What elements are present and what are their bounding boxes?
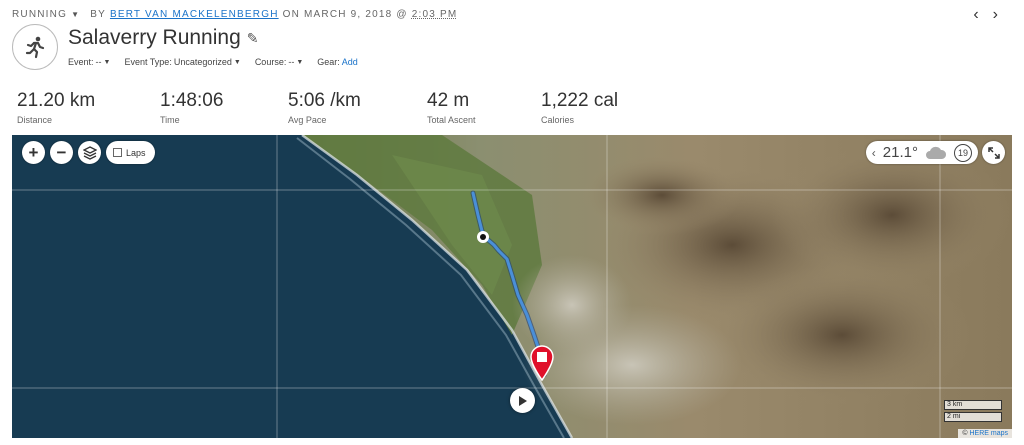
running-icon: [12, 24, 58, 70]
stat-total-ascent: 42 m Total Ascent: [427, 90, 541, 125]
stat-value: 21.20 km: [17, 90, 96, 111]
author-link[interactable]: BERT VAN MACKELENBERGH: [110, 9, 279, 20]
map-controls: + − Laps: [22, 141, 155, 164]
zoom-in-button[interactable]: +: [22, 141, 45, 164]
map-attribution: © HERE maps: [958, 429, 1012, 438]
next-activity-button[interactable]: ›: [993, 6, 998, 24]
route-map[interactable]: + − Laps ‹ 21.1° 19 3 km 2 mi © HERE map…: [12, 135, 1012, 438]
weather-widget: ‹ 21.1° 19: [865, 141, 978, 164]
event-value: --: [95, 57, 102, 67]
chevron-down-icon[interactable]: ▼: [71, 10, 80, 19]
stat-distance: 21.20 km Distance: [17, 90, 160, 125]
attribution-prefix: ©: [962, 430, 968, 437]
event-type-value: Uncategorized: [173, 57, 232, 67]
prev-activity-button[interactable]: ‹: [973, 6, 978, 24]
stat-value: 5:06 /km: [288, 90, 361, 111]
stat-value: 42 m: [427, 90, 470, 111]
add-gear-link[interactable]: Add: [342, 57, 358, 67]
play-icon: [519, 395, 527, 406]
wind-speed-badge: 19: [954, 143, 972, 162]
attribution-provider-link[interactable]: HERE maps: [969, 430, 1008, 437]
scale-mi: 2 mi: [944, 412, 1002, 422]
event-type-dropdown[interactable]: Event Type: Uncategorized ▼: [124, 57, 240, 67]
activity-title-text[interactable]: Salaverry Running: [68, 26, 241, 50]
event-label: Event:: [68, 57, 94, 67]
chevron-down-icon: ▼: [296, 58, 304, 66]
activity-type-label[interactable]: RUNNING: [12, 9, 67, 20]
stat-label: Avg Pace: [288, 115, 327, 125]
stat-calories: 1,222 cal Calories: [541, 90, 661, 125]
layers-icon[interactable]: [78, 141, 101, 164]
activity-breadcrumb: RUNNING ▼ BY BERT VAN MACKELENBERGH ON M…: [12, 9, 457, 20]
activity-meta: Event: -- ▼ Event Type: Uncategorized ▼ …: [68, 57, 358, 67]
zoom-out-button[interactable]: −: [50, 141, 73, 164]
chevron-down-icon: ▼: [233, 58, 241, 66]
stat-value: 1:48:06: [160, 90, 224, 111]
gear-field: Gear: Add: [317, 57, 358, 67]
fullscreen-icon[interactable]: [982, 141, 1005, 164]
gear-label: Gear:: [317, 57, 340, 67]
temperature-value: 21.1°: [882, 144, 918, 161]
pencil-icon[interactable]: ✎: [247, 30, 259, 47]
stat-time: 1:48:06 Time: [160, 90, 288, 125]
start-marker[interactable]: [477, 231, 489, 243]
time-label: 2:03 PM: [411, 9, 458, 20]
play-button[interactable]: [510, 388, 535, 413]
course-dropdown[interactable]: Course: -- ▼: [255, 57, 303, 67]
stats-row: 21.20 km Distance 1:48:06 Time 5:06 /km …: [17, 90, 661, 125]
stat-label: Time: [160, 115, 180, 125]
stat-avg-pace: 5:06 /km Avg Pace: [288, 90, 427, 125]
stat-label: Total Ascent: [427, 115, 476, 125]
chevron-left-icon[interactable]: ‹: [872, 146, 876, 160]
course-value: --: [288, 57, 295, 67]
event-dropdown[interactable]: Event: -- ▼: [68, 57, 110, 67]
activity-title: Salaverry Running ✎: [68, 26, 259, 50]
scale-km: 3 km: [944, 400, 1002, 410]
event-type-label: Event Type:: [124, 57, 172, 67]
laps-label: Laps: [126, 147, 146, 158]
activity-nav: ‹ ›: [973, 6, 998, 24]
stat-label: Distance: [17, 115, 53, 125]
cloud-icon: [926, 146, 947, 159]
course-label: Course:: [254, 57, 287, 67]
chevron-down-icon: ▼: [103, 58, 111, 66]
end-marker[interactable]: [529, 345, 555, 382]
stat-label: Calories: [541, 115, 575, 125]
laps-toggle[interactable]: Laps: [106, 141, 155, 164]
by-label: BY: [90, 9, 106, 20]
date-label: ON MARCH 9, 2018 @: [282, 9, 408, 20]
map-scale: 3 km 2 mi: [944, 400, 1002, 422]
stat-value: 1,222 cal: [541, 90, 619, 111]
laps-checkbox[interactable]: [113, 148, 122, 157]
